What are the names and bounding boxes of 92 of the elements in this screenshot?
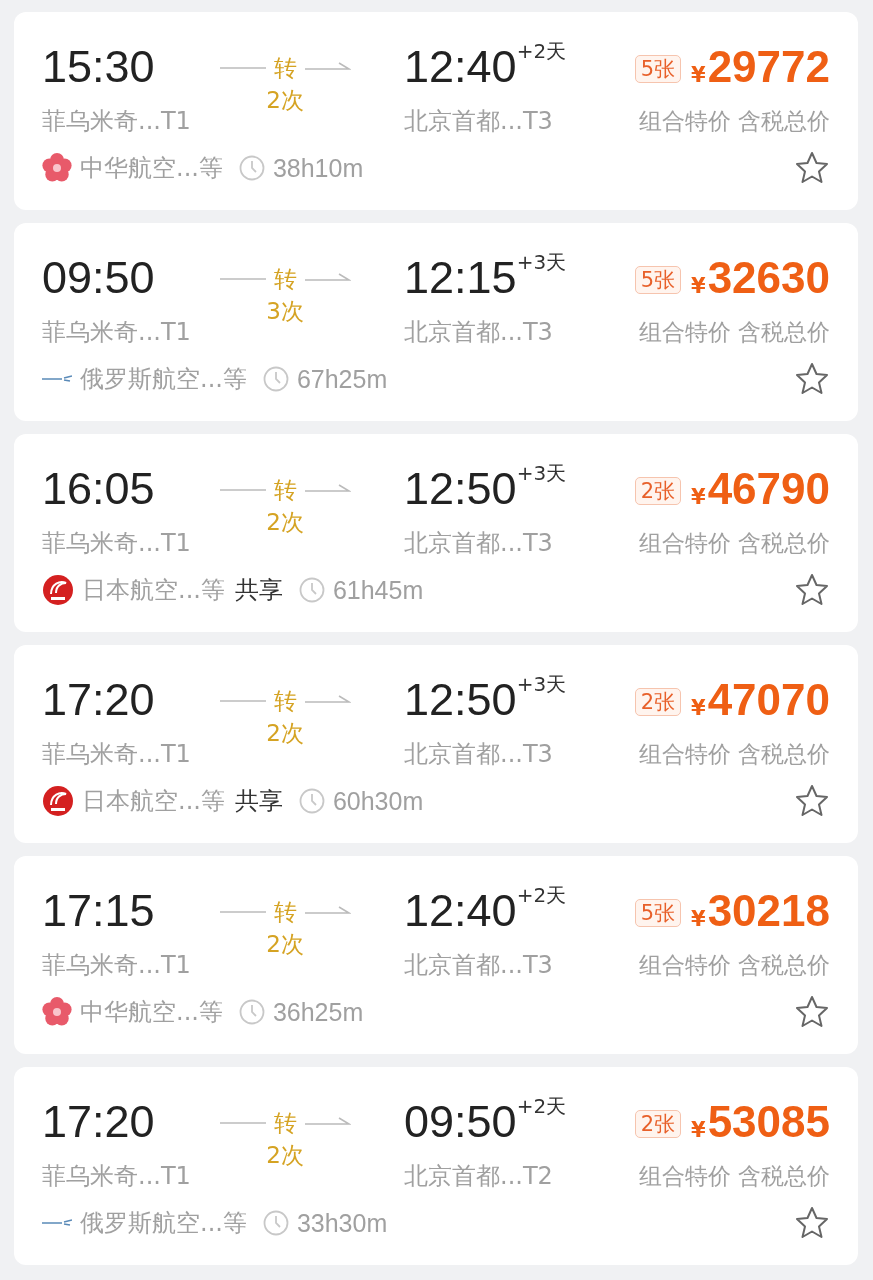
departure-airport: 菲乌米奇...T1: [42, 739, 191, 769]
departure-airport: 菲乌米奇...T1: [42, 1161, 191, 1191]
day-offset: +3天: [516, 460, 567, 487]
stop-count: 2次: [266, 930, 304, 958]
stop-count: 3次: [266, 297, 304, 325]
crane-logo-icon: [42, 785, 74, 817]
price-note: 组合特价 含税总价: [638, 740, 830, 769]
airline-name: 中华航空...等: [80, 997, 223, 1028]
star-icon[interactable]: [794, 994, 830, 1030]
transfer-label: 转: [273, 476, 297, 504]
departure-time: 17:20: [42, 675, 155, 725]
arrival-time: 12:50: [404, 675, 517, 725]
airline-name: 中华航空...等: [80, 153, 223, 184]
price: ¥30218: [691, 886, 830, 936]
transfer-label: 转: [273, 265, 297, 293]
star-icon[interactable]: [794, 150, 830, 186]
duration: 60h30m: [332, 786, 424, 816]
price-note: 组合特价 含税总价: [638, 1162, 830, 1191]
price: ¥46790: [691, 464, 830, 514]
crane-logo-icon: [42, 574, 74, 606]
arrival-airport: 北京首都...T3: [404, 739, 553, 769]
stop-count: 2次: [266, 719, 304, 747]
airline-name: 日本航空...等: [82, 786, 225, 817]
departure-airport: 菲乌米奇...T1: [42, 106, 191, 136]
codeshare-label: 共享: [234, 575, 283, 606]
day-offset: +2天: [516, 38, 567, 65]
airline-name: 日本航空...等: [82, 575, 225, 606]
departure-time: 09:50: [42, 253, 155, 303]
duration: 36h25m: [272, 997, 364, 1027]
star-icon[interactable]: [794, 1205, 830, 1241]
price-note: 组合特价 含税总价: [638, 951, 830, 980]
departure-time: 16:05: [42, 464, 155, 514]
star-icon[interactable]: [794, 783, 830, 819]
ticket-count: 2张: [634, 1110, 681, 1138]
flower-logo-icon: [42, 997, 72, 1027]
arrival-airport: 北京首都...T3: [404, 528, 553, 558]
departure-time: 15:30: [42, 42, 155, 92]
departure-airport: 菲乌米奇...T1: [42, 528, 191, 558]
price: ¥32630: [691, 253, 830, 303]
flower-logo-icon: [42, 153, 72, 183]
transfer-label: 转: [273, 54, 297, 82]
wing-logo-icon: [42, 374, 72, 384]
transfer-label: 转: [273, 1109, 297, 1137]
transfer-label: 转: [273, 898, 297, 926]
arrival-time: 09:50: [404, 1097, 517, 1147]
departure-time: 17:15: [42, 886, 155, 936]
transfer-label: 转: [273, 687, 297, 715]
arrival-airport: 北京首都...T3: [404, 950, 553, 980]
day-offset: +2天: [516, 882, 567, 909]
airline-name: 俄罗斯航空...等: [80, 364, 247, 395]
arrival-airport: 北京首都...T3: [404, 106, 553, 136]
price-note: 组合特价 含税总价: [638, 318, 830, 347]
duration: 38h10m: [272, 153, 364, 183]
clock-icon: [298, 577, 325, 603]
departure-airport: 菲乌米奇...T1: [42, 950, 191, 980]
clock-icon: [238, 155, 265, 181]
stop-count: 2次: [266, 86, 304, 114]
clock-icon: [298, 788, 325, 814]
arrival-airport: 北京首都...T3: [404, 317, 553, 347]
ticket-count: 5张: [634, 899, 681, 927]
price: ¥47070: [691, 675, 830, 725]
day-offset: +3天: [516, 249, 567, 276]
arrival-time: 12:15: [404, 253, 517, 303]
arrival-time: 12:50: [404, 464, 517, 514]
star-icon[interactable]: [794, 572, 830, 608]
clock-icon: [262, 1210, 289, 1236]
wing-logo-icon: [42, 1218, 72, 1228]
day-offset: +3天: [516, 671, 567, 698]
clock-icon: [262, 366, 289, 392]
arrival-time: 12:40: [404, 42, 517, 92]
ticket-count: 2张: [634, 688, 681, 716]
stop-count: 2次: [266, 1141, 304, 1169]
airline-name: 俄罗斯航空...等: [80, 1208, 247, 1239]
ticket-count: 5张: [634, 55, 681, 83]
arrival-airport: 北京首都...T2: [404, 1161, 553, 1191]
ticket-count: 2张: [634, 477, 681, 505]
departure-time: 17:20: [42, 1097, 155, 1147]
duration: 61h45m: [332, 575, 424, 605]
codeshare-label: 共享: [234, 786, 283, 817]
ticket-count: 5张: [634, 266, 681, 294]
day-offset: +2天: [516, 1093, 567, 1120]
price-note: 组合特价 含税总价: [638, 529, 830, 558]
price: ¥53085: [691, 1097, 830, 1147]
arrival-time: 12:40: [404, 886, 517, 936]
departure-airport: 菲乌米奇...T1: [42, 317, 191, 347]
stop-count: 2次: [266, 508, 304, 536]
star-icon[interactable]: [794, 361, 830, 397]
duration: 67h25m: [296, 364, 388, 394]
price-note: 组合特价 含税总价: [638, 107, 830, 136]
clock-icon: [238, 999, 265, 1025]
duration: 33h30m: [296, 1208, 388, 1238]
price: ¥29772: [691, 42, 830, 92]
